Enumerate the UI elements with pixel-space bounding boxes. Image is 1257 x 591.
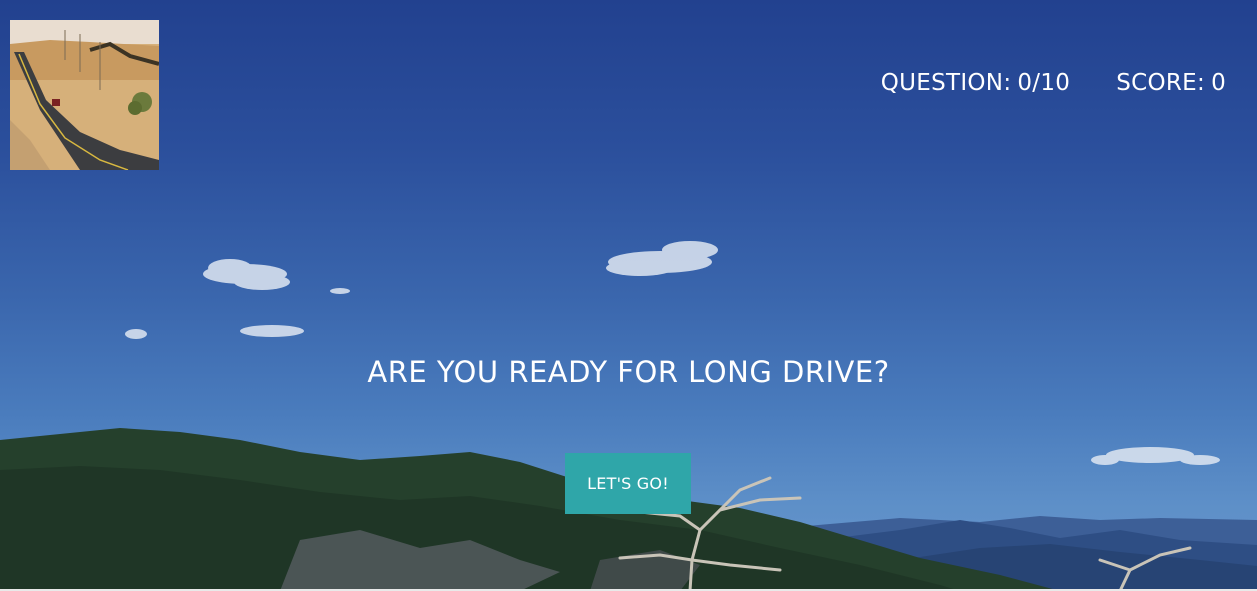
desert-road-logo — [10, 20, 159, 170]
score-counter: SCORE: 0 — [1116, 70, 1226, 96]
quiz-start-screen: QUESTION: 0/10 SCORE: 0 ARE YOU READY FO… — [0, 0, 1257, 591]
question-counter-value: 0/10 — [1017, 70, 1071, 96]
score-counter-label: SCORE: — [1116, 70, 1206, 96]
question-counter: QUESTION: 0/10 — [881, 70, 1071, 96]
start-prompt: ARE YOU READY FOR LONG DRIVE? — [367, 355, 890, 389]
question-counter-label: QUESTION: — [880, 70, 1012, 96]
score-counter-value: 0 — [1211, 70, 1226, 96]
start-button[interactable]: LET'S GO! — [565, 453, 691, 514]
desert-road-icon — [10, 20, 159, 170]
score-hud: QUESTION: 0/10 SCORE: 0 — [881, 70, 1226, 96]
